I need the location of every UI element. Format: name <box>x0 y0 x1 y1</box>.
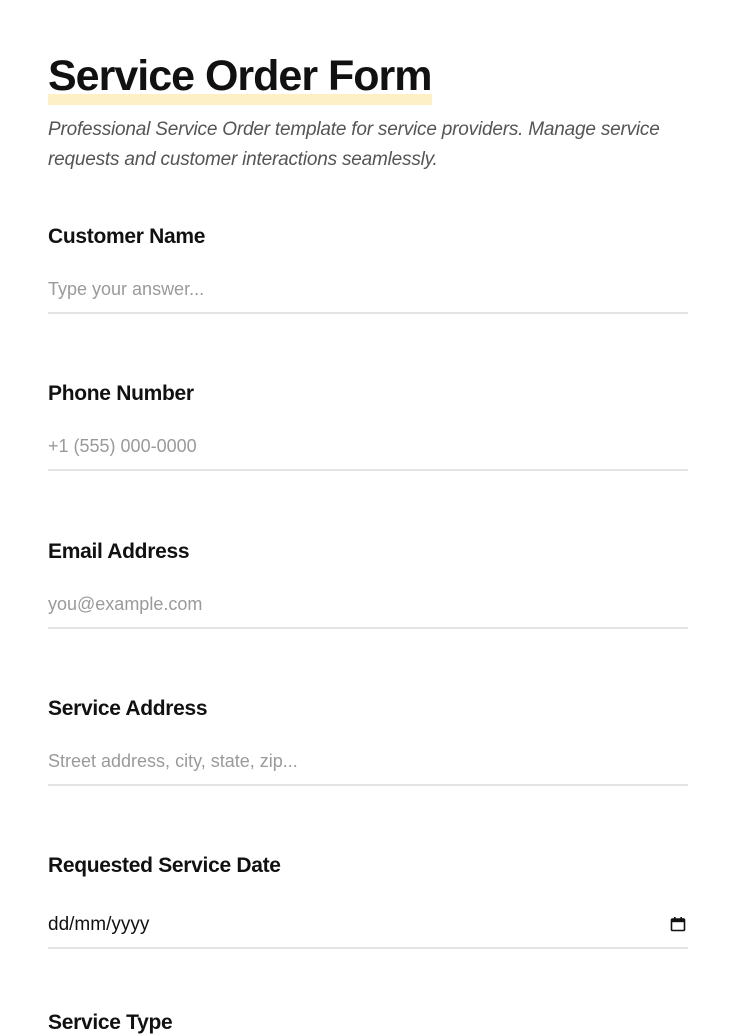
service-type-label: Service Type <box>48 1011 173 1034</box>
customer-name-underline <box>48 268 688 314</box>
requested-service-date-input[interactable]: dd/mm/yyyy <box>48 903 688 949</box>
date-value: dd/mm/yyyy <box>48 914 150 935</box>
calendar-icon[interactable] <box>670 916 686 932</box>
service-address-underline <box>48 740 688 786</box>
email-address-label: Email Address <box>48 540 190 563</box>
phone-number-input[interactable] <box>48 425 648 467</box>
email-address-input[interactable] <box>48 583 648 625</box>
email-address-underline <box>48 583 688 629</box>
form-subtitle: Professional Service Order template for … <box>48 119 660 170</box>
customer-name-input[interactable] <box>48 268 648 310</box>
phone-number-underline <box>48 425 688 471</box>
service-address-input[interactable] <box>48 740 648 782</box>
customer-name-label: Customer Name <box>48 225 206 248</box>
service-address-label: Service Address <box>48 697 208 720</box>
phone-number-label: Phone Number <box>48 382 194 405</box>
requested-service-date-label: Requested Service Date <box>48 854 281 877</box>
form-title: Service Order Form <box>48 50 433 105</box>
